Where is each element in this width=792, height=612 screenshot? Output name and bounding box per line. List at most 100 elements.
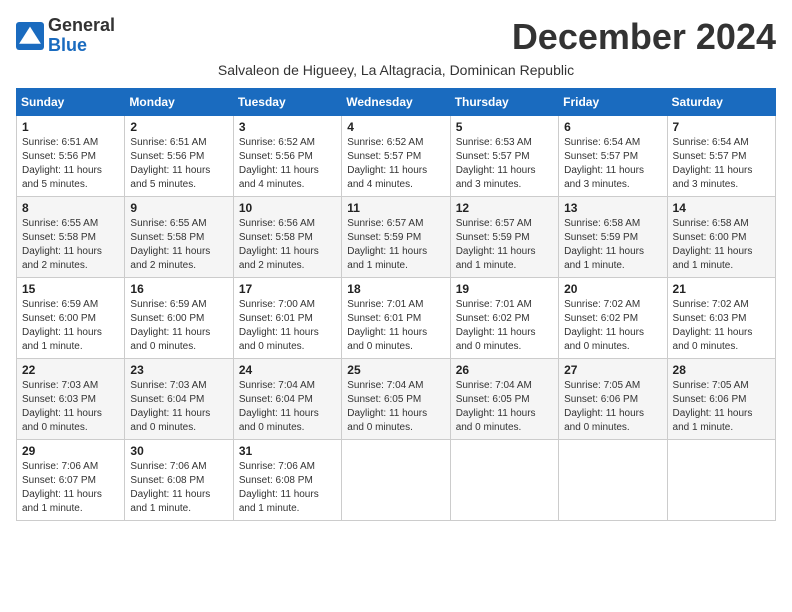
calendar-cell: 1 Sunrise: 6:51 AMSunset: 5:56 PMDayligh… xyxy=(17,116,125,197)
day-number: 25 xyxy=(347,363,444,377)
day-info: Sunrise: 7:05 AMSunset: 6:06 PMDaylight:… xyxy=(564,380,644,433)
calendar-cell: 15 Sunrise: 6:59 AMSunset: 6:00 PMDaylig… xyxy=(17,278,125,359)
day-info: Sunrise: 6:52 AMSunset: 5:57 PMDaylight:… xyxy=(347,137,427,190)
calendar-cell: 10 Sunrise: 6:56 AMSunset: 5:58 PMDaylig… xyxy=(233,197,341,278)
day-info: Sunrise: 6:56 AMSunset: 5:58 PMDaylight:… xyxy=(239,218,319,271)
calendar-cell xyxy=(559,440,667,521)
day-number: 28 xyxy=(673,363,770,377)
day-info: Sunrise: 7:01 AMSunset: 6:01 PMDaylight:… xyxy=(347,299,427,352)
calendar-cell: 29 Sunrise: 7:06 AMSunset: 6:07 PMDaylig… xyxy=(17,440,125,521)
calendar-week-4: 22 Sunrise: 7:03 AMSunset: 6:03 PMDaylig… xyxy=(17,359,776,440)
day-number: 18 xyxy=(347,282,444,296)
day-info: Sunrise: 7:04 AMSunset: 6:04 PMDaylight:… xyxy=(239,380,319,433)
day-info: Sunrise: 6:54 AMSunset: 5:57 PMDaylight:… xyxy=(564,137,644,190)
day-info: Sunrise: 6:58 AMSunset: 5:59 PMDaylight:… xyxy=(564,218,644,271)
day-number: 20 xyxy=(564,282,661,296)
day-number: 7 xyxy=(673,120,770,134)
calendar-cell: 16 Sunrise: 6:59 AMSunset: 6:00 PMDaylig… xyxy=(125,278,233,359)
calendar-cell xyxy=(342,440,450,521)
day-header-monday: Monday xyxy=(125,89,233,116)
day-number: 29 xyxy=(22,444,119,458)
calendar-cell: 24 Sunrise: 7:04 AMSunset: 6:04 PMDaylig… xyxy=(233,359,341,440)
day-number: 30 xyxy=(130,444,227,458)
day-number: 12 xyxy=(456,201,553,215)
calendar-cell: 26 Sunrise: 7:04 AMSunset: 6:05 PMDaylig… xyxy=(450,359,558,440)
day-number: 2 xyxy=(130,120,227,134)
calendar-cell: 8 Sunrise: 6:55 AMSunset: 5:58 PMDayligh… xyxy=(17,197,125,278)
day-info: Sunrise: 6:59 AMSunset: 6:00 PMDaylight:… xyxy=(130,299,210,352)
day-number: 13 xyxy=(564,201,661,215)
calendar-cell: 21 Sunrise: 7:02 AMSunset: 6:03 PMDaylig… xyxy=(667,278,775,359)
calendar-cell: 30 Sunrise: 7:06 AMSunset: 6:08 PMDaylig… xyxy=(125,440,233,521)
day-number: 27 xyxy=(564,363,661,377)
calendar-week-2: 8 Sunrise: 6:55 AMSunset: 5:58 PMDayligh… xyxy=(17,197,776,278)
calendar-cell: 17 Sunrise: 7:00 AMSunset: 6:01 PMDaylig… xyxy=(233,278,341,359)
day-info: Sunrise: 6:59 AMSunset: 6:00 PMDaylight:… xyxy=(22,299,102,352)
day-number: 14 xyxy=(673,201,770,215)
day-info: Sunrise: 7:03 AMSunset: 6:04 PMDaylight:… xyxy=(130,380,210,433)
calendar-cell: 11 Sunrise: 6:57 AMSunset: 5:59 PMDaylig… xyxy=(342,197,450,278)
day-number: 24 xyxy=(239,363,336,377)
day-info: Sunrise: 6:57 AMSunset: 5:59 PMDaylight:… xyxy=(456,218,536,271)
calendar-cell: 13 Sunrise: 6:58 AMSunset: 5:59 PMDaylig… xyxy=(559,197,667,278)
calendar-cell: 19 Sunrise: 7:01 AMSunset: 6:02 PMDaylig… xyxy=(450,278,558,359)
calendar-week-3: 15 Sunrise: 6:59 AMSunset: 6:00 PMDaylig… xyxy=(17,278,776,359)
calendar-table: SundayMondayTuesdayWednesdayThursdayFrid… xyxy=(16,88,776,521)
day-info: Sunrise: 6:58 AMSunset: 6:00 PMDaylight:… xyxy=(673,218,753,271)
day-info: Sunrise: 6:57 AMSunset: 5:59 PMDaylight:… xyxy=(347,218,427,271)
day-number: 11 xyxy=(347,201,444,215)
day-number: 21 xyxy=(673,282,770,296)
day-number: 19 xyxy=(456,282,553,296)
day-header-wednesday: Wednesday xyxy=(342,89,450,116)
logo-general-text: General xyxy=(48,15,115,35)
page-header: General Blue December 2024 xyxy=(16,16,776,58)
day-header-friday: Friday xyxy=(559,89,667,116)
calendar-cell: 20 Sunrise: 7:02 AMSunset: 6:02 PMDaylig… xyxy=(559,278,667,359)
calendar-cell: 5 Sunrise: 6:53 AMSunset: 5:57 PMDayligh… xyxy=(450,116,558,197)
day-info: Sunrise: 6:55 AMSunset: 5:58 PMDaylight:… xyxy=(130,218,210,271)
calendar-cell: 2 Sunrise: 6:51 AMSunset: 5:56 PMDayligh… xyxy=(125,116,233,197)
day-header-tuesday: Tuesday xyxy=(233,89,341,116)
day-number: 3 xyxy=(239,120,336,134)
day-number: 8 xyxy=(22,201,119,215)
month-title: December 2024 xyxy=(512,16,776,58)
day-number: 15 xyxy=(22,282,119,296)
day-number: 6 xyxy=(564,120,661,134)
calendar-cell xyxy=(450,440,558,521)
calendar-cell: 31 Sunrise: 7:06 AMSunset: 6:08 PMDaylig… xyxy=(233,440,341,521)
calendar-cell: 6 Sunrise: 6:54 AMSunset: 5:57 PMDayligh… xyxy=(559,116,667,197)
day-number: 26 xyxy=(456,363,553,377)
day-number: 16 xyxy=(130,282,227,296)
calendar-header-row: SundayMondayTuesdayWednesdayThursdayFrid… xyxy=(17,89,776,116)
day-info: Sunrise: 7:02 AMSunset: 6:03 PMDaylight:… xyxy=(673,299,753,352)
day-header-sunday: Sunday xyxy=(17,89,125,116)
day-number: 17 xyxy=(239,282,336,296)
day-number: 10 xyxy=(239,201,336,215)
calendar-cell: 25 Sunrise: 7:04 AMSunset: 6:05 PMDaylig… xyxy=(342,359,450,440)
day-info: Sunrise: 7:04 AMSunset: 6:05 PMDaylight:… xyxy=(456,380,536,433)
day-info: Sunrise: 7:01 AMSunset: 6:02 PMDaylight:… xyxy=(456,299,536,352)
day-number: 31 xyxy=(239,444,336,458)
day-header-saturday: Saturday xyxy=(667,89,775,116)
calendar-cell: 18 Sunrise: 7:01 AMSunset: 6:01 PMDaylig… xyxy=(342,278,450,359)
calendar-cell xyxy=(667,440,775,521)
day-info: Sunrise: 6:55 AMSunset: 5:58 PMDaylight:… xyxy=(22,218,102,271)
day-info: Sunrise: 7:00 AMSunset: 6:01 PMDaylight:… xyxy=(239,299,319,352)
calendar-cell: 14 Sunrise: 6:58 AMSunset: 6:00 PMDaylig… xyxy=(667,197,775,278)
day-info: Sunrise: 7:06 AMSunset: 6:08 PMDaylight:… xyxy=(130,461,210,514)
day-header-thursday: Thursday xyxy=(450,89,558,116)
day-info: Sunrise: 6:52 AMSunset: 5:56 PMDaylight:… xyxy=(239,137,319,190)
day-number: 22 xyxy=(22,363,119,377)
calendar-cell: 9 Sunrise: 6:55 AMSunset: 5:58 PMDayligh… xyxy=(125,197,233,278)
day-info: Sunrise: 7:05 AMSunset: 6:06 PMDaylight:… xyxy=(673,380,753,433)
calendar-cell: 28 Sunrise: 7:05 AMSunset: 6:06 PMDaylig… xyxy=(667,359,775,440)
day-info: Sunrise: 6:51 AMSunset: 5:56 PMDaylight:… xyxy=(130,137,210,190)
calendar-cell: 23 Sunrise: 7:03 AMSunset: 6:04 PMDaylig… xyxy=(125,359,233,440)
day-info: Sunrise: 7:06 AMSunset: 6:08 PMDaylight:… xyxy=(239,461,319,514)
day-info: Sunrise: 6:53 AMSunset: 5:57 PMDaylight:… xyxy=(456,137,536,190)
day-number: 5 xyxy=(456,120,553,134)
day-info: Sunrise: 7:02 AMSunset: 6:02 PMDaylight:… xyxy=(564,299,644,352)
day-info: Sunrise: 7:03 AMSunset: 6:03 PMDaylight:… xyxy=(22,380,102,433)
calendar-cell: 12 Sunrise: 6:57 AMSunset: 5:59 PMDaylig… xyxy=(450,197,558,278)
day-info: Sunrise: 7:04 AMSunset: 6:05 PMDaylight:… xyxy=(347,380,427,433)
